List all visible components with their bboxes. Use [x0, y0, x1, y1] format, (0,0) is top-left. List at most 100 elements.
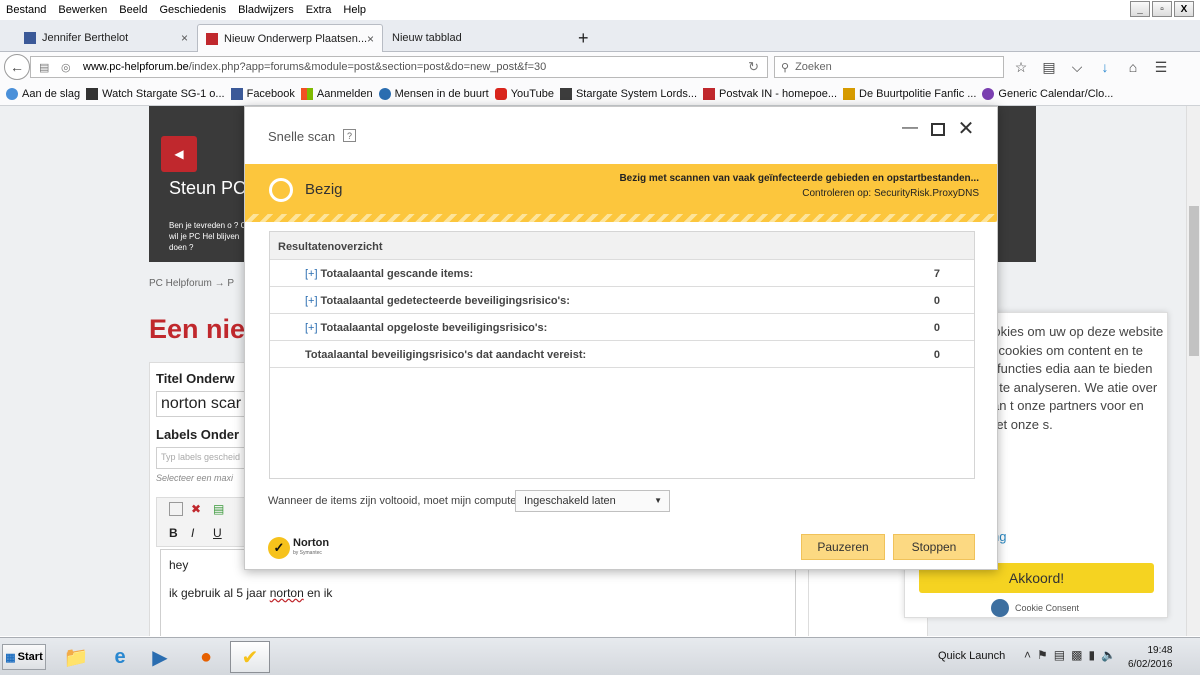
tab-nieuw-onderwerp[interactable]: Nieuw Onderwerp Plaatsen... × — [197, 24, 383, 52]
bookmark-item[interactable]: De Buurtpolitie Fanfic ... — [843, 87, 976, 100]
expand-toggle[interactable]: [+] — [305, 295, 318, 307]
home-icon[interactable]: ⌂ — [1124, 58, 1142, 76]
calendar-icon — [982, 87, 995, 100]
completion-action-label: Wanneer de items zijn voltooid, moet mij… — [268, 495, 521, 507]
bookmark-icon — [6, 87, 18, 100]
hamburger-menu-icon[interactable]: ☰ — [1152, 58, 1170, 76]
media-player-icon[interactable]: ▶ — [140, 641, 180, 673]
firefox-icon[interactable]: ● — [186, 641, 226, 673]
file-explorer-icon[interactable]: 📁 — [56, 641, 96, 673]
scrollbar-thumb[interactable] — [1189, 206, 1199, 356]
bookmark-item[interactable]: Generic Calendar/Clo... — [982, 87, 1113, 100]
clock-date: 6/02/2016 — [1128, 659, 1173, 670]
dialog-close-icon[interactable]: ✕ — [957, 118, 975, 140]
window-controls: _ ▫ X — [1130, 1, 1194, 17]
wattpad-icon — [843, 87, 856, 100]
chevron-up-icon[interactable]: ˄ — [1024, 648, 1031, 662]
taskbar-clock[interactable]: 19:48 6/02/2016 — [1128, 644, 1173, 672]
dialog-maximize-icon[interactable] — [929, 119, 947, 137]
tv-icon — [86, 87, 99, 100]
menu-help[interactable]: Help — [337, 4, 372, 16]
paste-icon[interactable]: ▤ — [213, 502, 224, 516]
arrow-left-icon: ← — [10, 59, 24, 75]
tab-close-icon[interactable]: × — [367, 32, 374, 46]
scan-current-item: Controleren op: SecurityRisk.ProxyDNS — [802, 188, 979, 199]
bookmark-item[interactable]: Aan de slag — [6, 87, 80, 100]
reading-list-icon[interactable]: ▤ — [1040, 58, 1058, 76]
tab-label: Nieuw Onderwerp Plaatsen... — [224, 32, 368, 45]
source-icon[interactable] — [169, 502, 183, 516]
close-button[interactable]: X — [1174, 1, 1194, 17]
bold-icon[interactable]: B — [169, 526, 178, 540]
tab-jennifer[interactable]: Jennifer Berthelot × — [16, 24, 196, 52]
internet-explorer-icon[interactable]: e — [100, 641, 140, 673]
new-tab-button[interactable]: + — [570, 24, 594, 52]
pause-button[interactable]: Pauzeren — [801, 534, 885, 560]
quick-launch-label[interactable]: Quick Launch — [938, 650, 1005, 662]
start-button[interactable]: ▦ Start — [2, 644, 46, 670]
search-input[interactable]: ⚲ Zoeken — [774, 56, 1004, 78]
star-icon[interactable]: ☆ — [1012, 58, 1030, 76]
battery-icon[interactable]: ▮ — [1088, 648, 1095, 662]
menu-geschiedenis[interactable]: Geschiedenis — [153, 4, 232, 16]
device-icon[interactable]: ▤ — [1054, 648, 1065, 662]
tab-nieuw-tabblad[interactable]: Nieuw tabblad — [384, 24, 564, 52]
norton-logo: ✓ Norton by Symantec — [268, 537, 329, 559]
title-label: Titel Onderw — [156, 371, 235, 386]
bookmark-item[interactable]: Postvak IN - homepoe... — [703, 87, 837, 100]
url-host: www.pc-helpforum.be — [83, 61, 189, 73]
menu-bar: Bestand Bewerken Beeld Geschiedenis Blad… — [0, 0, 1200, 20]
cookie-consent-brand: Cookie Consent — [991, 599, 1079, 617]
dialog-minimize-icon[interactable]: — — [901, 119, 919, 137]
bookmark-item[interactable]: Facebook — [230, 87, 295, 100]
search-placeholder: Zoeken — [795, 61, 832, 73]
plus-icon: + — [578, 27, 589, 48]
nav-bar: ← ▤ ◎ www.pc-helpforum.be /index.php?app… — [0, 52, 1200, 82]
pocket-icon[interactable]: ⌵ — [1068, 58, 1086, 76]
tab-label: Nieuw tabblad — [392, 32, 462, 44]
menu-bladwijzers[interactable]: Bladwijzers — [232, 4, 300, 16]
reload-icon[interactable]: ↻ — [748, 59, 759, 75]
download-icon[interactable]: ↓ — [1096, 58, 1114, 76]
minimize-button[interactable]: _ — [1130, 1, 1150, 17]
volume-icon[interactable]: 🔈 — [1101, 648, 1116, 662]
menu-bestand[interactable]: Bestand — [0, 4, 52, 16]
back-button[interactable]: ← — [4, 54, 30, 80]
bookmarks-bar: Aan de slag Watch Stargate SG-1 o... Fac… — [0, 82, 1200, 106]
menu-extra[interactable]: Extra — [300, 4, 338, 16]
help-icon[interactable]: ? — [343, 129, 356, 142]
stop-button[interactable]: Stoppen — [893, 534, 975, 560]
bookmark-item[interactable]: Stargate System Lords... — [559, 87, 697, 100]
flag-icon[interactable]: ⚑ — [1037, 648, 1048, 662]
norton-taskbar-icon[interactable]: ✔ — [230, 641, 270, 673]
completion-action-select[interactable]: Ingeschakeld laten ▼ — [515, 490, 670, 512]
bookmark-item[interactable]: Watch Stargate SG-1 o... — [86, 87, 225, 100]
bookmark-item[interactable]: Aanmelden — [300, 87, 373, 100]
result-row-resolved: [+] Totaalaantal opgeloste beveiligingsri… — [270, 314, 974, 341]
mail-icon — [703, 87, 716, 100]
url-bar[interactable]: ▤ ◎ www.pc-helpforum.be /index.php?app=f… — [30, 56, 768, 78]
tab-close-icon[interactable]: × — [181, 31, 188, 45]
labels-hint: Selecteer een maxi — [156, 473, 234, 483]
stargate-icon — [559, 87, 572, 100]
menu-bewerken[interactable]: Bewerken — [52, 4, 113, 16]
globe-icon: ◎ — [61, 61, 71, 74]
italic-icon[interactable]: I — [191, 526, 194, 540]
facebook-icon — [230, 87, 243, 100]
clock-time: 19:48 — [1147, 645, 1173, 656]
bookmark-item[interactable]: Mensen in de buurt — [378, 87, 489, 100]
page-scrollbar[interactable] — [1186, 106, 1200, 636]
breadcrumb[interactable]: PC Helpforum → P — [149, 278, 234, 289]
restore-button[interactable]: ▫ — [1152, 1, 1172, 17]
banner-prev-button[interactable]: ◀ — [161, 136, 197, 172]
system-tray: ˄ ⚑ ▤ ▩ ▮ 🔈 — [1024, 648, 1116, 662]
menu-beeld[interactable]: Beeld — [113, 4, 153, 16]
bookmark-item[interactable]: YouTube — [494, 87, 554, 100]
underline-icon[interactable]: U — [213, 526, 222, 540]
network-icon[interactable]: ▩ — [1071, 648, 1082, 662]
people-icon — [378, 87, 391, 100]
result-row-scanned: [+] Totaalaantal gescande items: 7 — [270, 260, 974, 287]
expand-toggle[interactable]: [+] — [305, 268, 318, 280]
eraser-icon[interactable]: ✖ — [191, 502, 201, 516]
expand-toggle[interactable]: [+] — [305, 322, 318, 334]
